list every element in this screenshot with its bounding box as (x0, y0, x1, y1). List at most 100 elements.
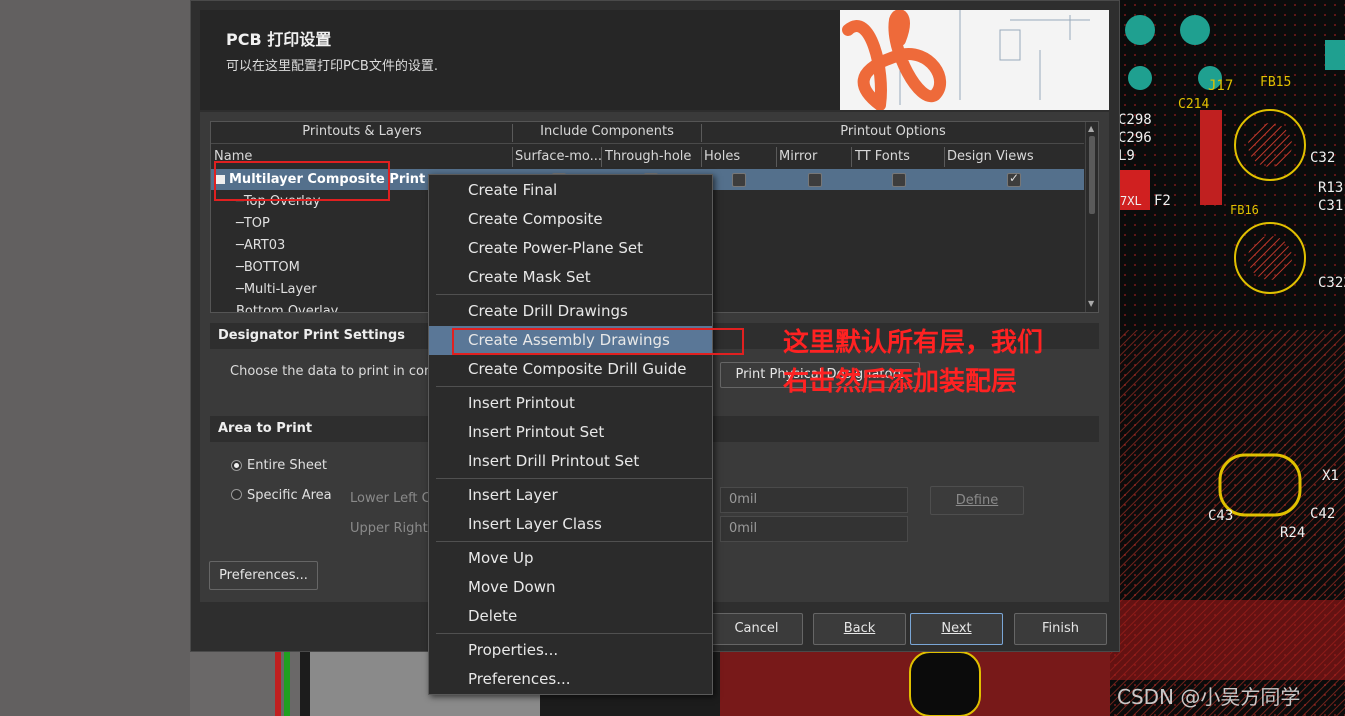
tree-item-label: ART03 (243, 238, 286, 253)
group-header-printouts: Printouts & Layers (302, 124, 422, 139)
svg-text:C32: C32 (1310, 150, 1335, 166)
pcb-layout-background: J17 C214 FB15 C298 C296 L9 C32 R13 C31 C… (1110, 0, 1345, 716)
scroll-down-icon[interactable]: ▼ (1088, 299, 1094, 308)
column-divider (601, 147, 602, 167)
svg-text:7XL: 7XL (1120, 194, 1142, 208)
menu-separator (436, 633, 712, 634)
annotation-line-1: 这里默认所有层，我们 (783, 328, 1044, 358)
column-mirror[interactable]: Mirror (779, 146, 817, 168)
menu-create-mask-set[interactable]: Create Mask Set (429, 263, 712, 292)
menu-create-power-plane-set[interactable]: Create Power-Plane Set (429, 234, 712, 263)
preferences-button[interactable]: Preferences... (209, 561, 318, 590)
mirror-checkbox[interactable] (808, 173, 822, 187)
annotation-highlight-root (214, 161, 390, 201)
tree-item-layer[interactable]: ─Multi-Layer (236, 280, 317, 300)
svg-text:C296: C296 (1118, 130, 1152, 146)
menu-properties[interactable]: Properties... (429, 636, 712, 665)
svg-text:F2: F2 (1154, 193, 1171, 209)
tree-item-layer[interactable]: ─ART03 (236, 236, 285, 256)
tree-item-label: BOTTOM (243, 260, 300, 275)
scroll-thumb[interactable] (1089, 136, 1095, 214)
menu-move-down[interactable]: Move Down (429, 573, 712, 602)
svg-text:X1: X1 (1322, 468, 1339, 484)
define-button[interactable]: Define (930, 486, 1024, 515)
tree-item-layer[interactable]: ─TOP (236, 214, 270, 234)
menu-separator (436, 294, 712, 295)
header-divider (211, 143, 1084, 144)
column-divider (512, 147, 513, 167)
specific-area-label[interactable]: Specific Area (247, 488, 332, 503)
svg-text:FB16: FB16 (1230, 203, 1259, 217)
tt-fonts-checkbox[interactable] (892, 173, 906, 187)
scroll-up-icon[interactable]: ▲ (1088, 124, 1094, 133)
wizard-title: PCB 打印设置 (226, 30, 332, 49)
menu-separator (436, 386, 712, 387)
entire-sheet-label[interactable]: Entire Sheet (247, 458, 327, 473)
menu-insert-printout[interactable]: Insert Printout (429, 389, 712, 418)
svg-text:L9: L9 (1118, 148, 1135, 164)
annotation-highlight-menu-item (452, 328, 744, 355)
svg-text:R13: R13 (1318, 180, 1343, 196)
menu-insert-layer-class[interactable]: Insert Layer Class (429, 510, 712, 539)
section-title: Area to Print (218, 421, 313, 436)
section-title: Designator Print Settings (218, 328, 405, 343)
group-header-options: Printout Options (840, 124, 946, 139)
acrobat-logo-icon (840, 10, 1109, 110)
menu-move-up[interactable]: Move Up (429, 544, 712, 573)
menu-separator (436, 541, 712, 542)
menu-create-final[interactable]: Create Final (429, 176, 712, 205)
menu-create-composite[interactable]: Create Composite (429, 205, 712, 234)
lower-left-label: Lower Left C (350, 491, 431, 506)
svg-text:FB15: FB15 (1260, 75, 1291, 90)
svg-text:C298: C298 (1118, 112, 1152, 128)
holes-checkbox[interactable] (732, 173, 746, 187)
design-views-checkbox[interactable] (1007, 171, 1021, 187)
lower-left-y-field[interactable]: 0mil (720, 487, 908, 513)
column-surface-mount[interactable]: Surface-mo... (515, 146, 602, 168)
wizard-subtitle: 可以在这里配置打印PCB文件的设置. (226, 59, 438, 74)
menu-separator (436, 478, 712, 479)
svg-text:C322: C322 (1318, 275, 1345, 291)
column-divider (851, 147, 852, 167)
tree-item-label: Bottom Overlay (236, 304, 339, 312)
pcb-artwork: J17 C214 FB15 C298 C296 L9 C32 R13 C31 C… (1110, 0, 1345, 716)
svg-text:C214: C214 (1178, 97, 1209, 112)
finish-button[interactable]: Finish (1014, 613, 1107, 645)
tree-item-layer-partial[interactable]: Bottom Overlay (236, 302, 338, 312)
upper-right-label: Upper Right (350, 521, 428, 536)
tree-item-layer[interactable]: ─BOTTOM (236, 258, 300, 278)
back-button[interactable]: Back (813, 613, 906, 645)
entire-sheet-radio[interactable] (231, 460, 242, 471)
column-divider (512, 124, 513, 142)
upper-right-y-field[interactable]: 0mil (720, 516, 908, 542)
svg-text:R24: R24 (1280, 525, 1305, 541)
menu-create-drill-drawings[interactable]: Create Drill Drawings (429, 297, 712, 326)
column-through-hole[interactable]: Through-hole (605, 146, 691, 168)
column-tt-fonts[interactable]: TT Fonts (855, 146, 910, 168)
specific-area-radio[interactable] (231, 489, 242, 500)
group-header-components: Include Components (540, 124, 674, 139)
column-holes[interactable]: Holes (704, 146, 740, 168)
menu-create-composite-drill-guide[interactable]: Create Composite Drill Guide (429, 355, 712, 384)
designator-description: Choose the data to print in comp (230, 364, 445, 379)
column-divider (776, 147, 777, 167)
column-design-views[interactable]: Design Views (947, 146, 1034, 168)
svg-text:C43: C43 (1208, 508, 1233, 524)
menu-delete[interactable]: Delete (429, 602, 712, 631)
pdf-logo-banner (840, 10, 1109, 110)
tree-item-label: TOP (243, 216, 270, 231)
grid-vertical-scrollbar[interactable]: ▲ ▼ (1085, 122, 1098, 312)
menu-preferences[interactable]: Preferences... (429, 665, 712, 694)
menu-insert-layer[interactable]: Insert Layer (429, 481, 712, 510)
annotation-line-2: 右击然后添加装配层 (783, 367, 1018, 397)
svg-text:C31: C31 (1318, 198, 1343, 214)
column-divider (944, 147, 945, 167)
next-button[interactable]: Next (910, 613, 1003, 645)
column-divider (701, 124, 702, 142)
svg-text:J17: J17 (1208, 78, 1233, 94)
menu-insert-printout-set[interactable]: Insert Printout Set (429, 418, 712, 447)
tree-item-label: Multi-Layer (243, 282, 317, 297)
cancel-button[interactable]: Cancel (710, 613, 803, 645)
menu-insert-drill-printout-set[interactable]: Insert Drill Printout Set (429, 447, 712, 476)
svg-text:C42: C42 (1310, 506, 1335, 522)
